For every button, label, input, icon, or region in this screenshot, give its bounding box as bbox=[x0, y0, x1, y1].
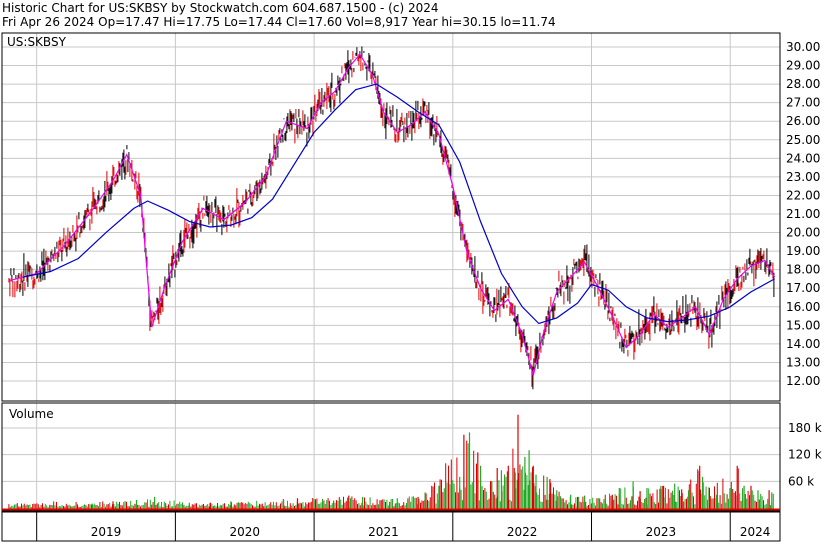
price-tick-label: 27.00 bbox=[786, 96, 820, 110]
volume-tick-label: 180 k bbox=[788, 421, 822, 435]
price-tick-label: 30.00 bbox=[786, 40, 820, 54]
volume-bars bbox=[2, 414, 780, 511]
volume-panel-title: Volume bbox=[9, 407, 54, 421]
price-tick-label: 14.00 bbox=[786, 337, 820, 351]
price-tick-label: 17.00 bbox=[786, 281, 820, 295]
year-label: 2021 bbox=[368, 525, 399, 539]
price-y-axis: 12.00 13.00 14.00 15.00 16.00 17.00 18.00 19.00… bbox=[786, 40, 820, 388]
year-label: 2022 bbox=[507, 525, 538, 539]
price-panel-symbol: US:SKBSY bbox=[7, 35, 67, 49]
price-tick-label: 20.00 bbox=[786, 226, 820, 240]
price-tick-label: 29.00 bbox=[786, 59, 820, 73]
year-label: 2019 bbox=[91, 525, 122, 539]
price-panel-frame bbox=[1, 32, 781, 402]
volume-tick-label: 60 k bbox=[788, 474, 814, 488]
price-tick-label: 16.00 bbox=[786, 300, 820, 314]
price-tick-label: 22.00 bbox=[786, 188, 820, 202]
price-grid bbox=[2, 33, 780, 401]
long-moving-average-line bbox=[22, 83, 775, 325]
volume-y-axis: 60 k 120 k 180 k bbox=[788, 421, 822, 488]
price-tick-label: 25.00 bbox=[786, 133, 820, 147]
date-axis: 2019 2020 2021 2022 2023 2024 bbox=[36, 512, 771, 541]
price-tick-label: 26.00 bbox=[786, 114, 820, 128]
price-tick-label: 19.00 bbox=[786, 244, 820, 258]
price-tick-label: 28.00 bbox=[786, 77, 820, 91]
price-tick-label: 18.00 bbox=[786, 263, 820, 277]
volume-tick-label: 120 k bbox=[788, 448, 822, 462]
price-tick-label: 12.00 bbox=[786, 374, 820, 388]
price-tick-label: 21.00 bbox=[786, 207, 820, 221]
year-label: 2024 bbox=[740, 525, 771, 539]
stock-chart: US:SKBSY 12.0013.0014.0015.0016.0017.001… bbox=[1, 32, 822, 542]
price-tick-label: 15.00 bbox=[786, 318, 820, 332]
year-label: 2023 bbox=[646, 525, 677, 539]
price-tick-label: 23.00 bbox=[786, 170, 820, 184]
price-tick-label: 24.00 bbox=[786, 151, 820, 165]
price-tick-label: 13.00 bbox=[786, 355, 820, 369]
year-label: 2020 bbox=[229, 525, 260, 539]
